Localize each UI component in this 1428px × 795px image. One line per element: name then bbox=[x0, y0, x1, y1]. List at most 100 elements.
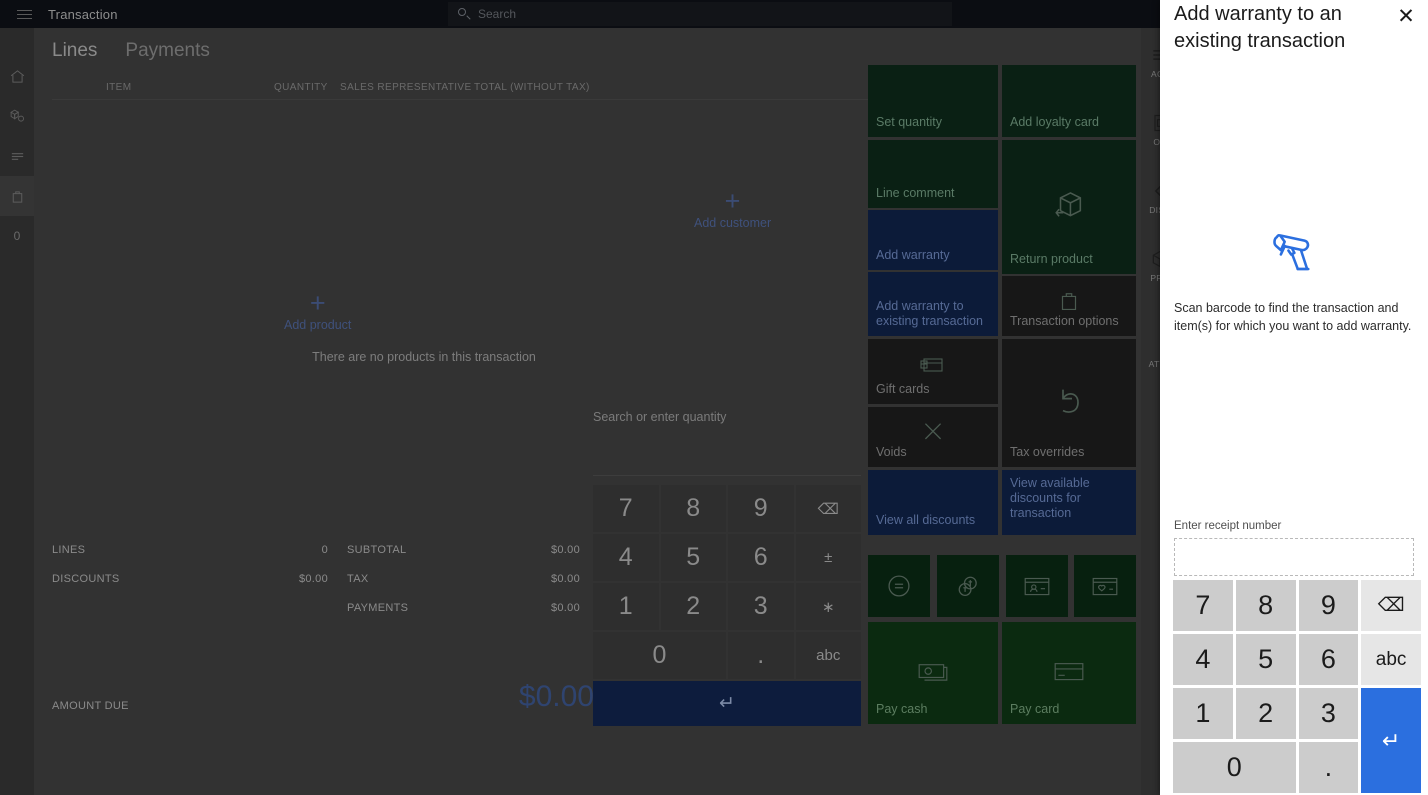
numpad-key-4[interactable]: 4 bbox=[593, 534, 659, 581]
subtotal-value: $0.00 bbox=[550, 544, 580, 556]
tile-currency[interactable] bbox=[937, 555, 999, 617]
numpad-key-7[interactable]: 7 bbox=[593, 485, 659, 532]
tab-lines[interactable]: Lines bbox=[52, 40, 97, 65]
search-icon bbox=[458, 8, 471, 20]
tile-label: Add loyalty card bbox=[1010, 115, 1099, 129]
keypad-key-9[interactable]: 9 bbox=[1298, 580, 1359, 631]
add-customer-button[interactable]: + Add customer bbox=[694, 186, 772, 231]
numpad-key-plusminus[interactable]: ± bbox=[795, 534, 861, 581]
keypad-key-3[interactable]: 3 bbox=[1298, 688, 1359, 739]
tile-voids[interactable]: Voids bbox=[868, 407, 998, 467]
numpad-key-2[interactable]: 2 bbox=[660, 583, 726, 630]
sidebar-item-cart[interactable] bbox=[0, 176, 34, 216]
tile-line-comment[interactable]: Line comment bbox=[868, 140, 998, 208]
credit-card-icon bbox=[1002, 659, 1136, 683]
equals-circle-icon bbox=[868, 572, 930, 600]
tile-pay-cash[interactable]: Pay cash bbox=[868, 622, 998, 724]
tile-label: Line comment bbox=[876, 186, 955, 200]
column-header-quantity: QUANTITY bbox=[274, 82, 328, 93]
tile-label: Add warranty to existing transaction bbox=[876, 299, 984, 328]
numpad-enter-button[interactable]: ↵ bbox=[593, 681, 861, 726]
totals-row-discounts: DISCOUNTS $0.00 TAX $0.00 bbox=[52, 573, 612, 602]
add-customer-label: Add customer bbox=[694, 216, 772, 230]
tile-loyalty-card[interactable] bbox=[1074, 555, 1136, 617]
numpad-backspace-icon[interactable]: ⌫ bbox=[795, 485, 861, 532]
column-header-total: TOTAL (WITHOUT TAX) bbox=[474, 82, 590, 93]
receipt-number-label: Enter receipt number bbox=[1174, 520, 1282, 532]
tile-gift-cards[interactable]: Gift cards bbox=[868, 339, 998, 404]
numpad-input[interactable] bbox=[593, 434, 861, 476]
sidebar-item-home[interactable] bbox=[0, 56, 34, 96]
tile-transaction-options[interactable]: Transaction options bbox=[1002, 276, 1136, 336]
numpad-key-6[interactable]: 6 bbox=[728, 534, 794, 581]
keypad-key-abc[interactable]: abc bbox=[1361, 634, 1421, 685]
tile-equals[interactable] bbox=[868, 555, 930, 617]
tile-grid: Set quantity Add loyalty card Line comme… bbox=[868, 30, 1140, 770]
numpad-key-5[interactable]: 5 bbox=[660, 534, 726, 581]
tile-view-all-discounts[interactable]: View all discounts bbox=[868, 470, 998, 535]
numpad-key-0[interactable]: 0 bbox=[593, 632, 726, 679]
keypad-key-1[interactable]: 1 bbox=[1173, 688, 1233, 739]
keypad-key-5[interactable]: 5 bbox=[1235, 634, 1296, 685]
empty-transaction-message: There are no products in this transactio… bbox=[312, 350, 536, 364]
amount-due-label: AMOUNT DUE bbox=[52, 700, 129, 712]
tile-id-card[interactable] bbox=[1006, 555, 1068, 617]
sidebar-item-list[interactable] bbox=[0, 136, 34, 176]
numpad-key-3[interactable]: 3 bbox=[728, 583, 794, 630]
pos-application-window: Transaction Search 0 Lines Payments ITEM… bbox=[0, 0, 1428, 795]
add-warranty-dialog: Add warranty to an existing transaction … bbox=[1160, 0, 1428, 795]
tile-add-loyalty-card[interactable]: Add loyalty card bbox=[1002, 65, 1136, 137]
keypad-key-6[interactable]: 6 bbox=[1298, 634, 1359, 685]
tile-add-warranty-to-existing-transaction[interactable]: Add warranty to existing transaction bbox=[868, 272, 998, 336]
gift-card-icon bbox=[868, 351, 998, 379]
action-tile-board: Set quantity Add loyalty card Line comme… bbox=[868, 30, 1148, 770]
numpad-key-decimal[interactable]: . bbox=[728, 632, 794, 679]
sidebar-item-count[interactable]: 0 bbox=[0, 216, 34, 256]
tile-label: Pay card bbox=[1010, 702, 1060, 716]
numpad-key-abc[interactable]: abc bbox=[795, 632, 861, 679]
hamburger-icon[interactable] bbox=[0, 0, 48, 28]
undo-icon bbox=[1002, 382, 1136, 418]
tile-tax-overrides[interactable]: Tax overrides bbox=[1002, 339, 1136, 467]
tile-set-quantity[interactable]: Set quantity bbox=[868, 65, 998, 137]
dialog-title: Add warranty to an existing transaction bbox=[1174, 3, 1346, 52]
keypad-key-0[interactable]: 0 bbox=[1173, 742, 1296, 793]
add-product-button[interactable]: + Add product bbox=[284, 288, 351, 333]
tile-add-warranty[interactable]: Add warranty bbox=[868, 210, 998, 270]
keypad-backspace-icon[interactable]: ⌫ bbox=[1361, 580, 1421, 631]
keypad-key-4[interactable]: 4 bbox=[1173, 634, 1233, 685]
numpad-key-9[interactable]: 9 bbox=[728, 485, 794, 532]
tab-payments[interactable]: Payments bbox=[125, 40, 209, 65]
keypad-key-2[interactable]: 2 bbox=[1235, 688, 1296, 739]
id-card-icon bbox=[1006, 573, 1068, 599]
discounts-label: DISCOUNTS bbox=[52, 573, 120, 585]
tile-pay-card[interactable]: Pay card bbox=[1002, 622, 1136, 724]
page-title: Transaction bbox=[48, 6, 118, 22]
tile-label: Voids bbox=[876, 445, 907, 459]
barcode-scanner-icon bbox=[1267, 225, 1321, 275]
sidebar-item-products[interactable] bbox=[0, 96, 34, 136]
subtotal-label: SUBTOTAL bbox=[347, 544, 407, 556]
keypad-key-decimal[interactable]: . bbox=[1298, 742, 1359, 793]
scan-instruction-text: Scan barcode to find the transaction and… bbox=[1174, 301, 1412, 333]
return-product-icon bbox=[1002, 187, 1136, 221]
plus-icon: + bbox=[309, 288, 326, 318]
numpad-key-8[interactable]: 8 bbox=[660, 485, 726, 532]
plus-icon: + bbox=[724, 186, 741, 216]
close-icon[interactable]: ✕ bbox=[1392, 2, 1420, 30]
numpad-key-asterisk[interactable]: ∗ bbox=[795, 583, 861, 630]
scan-instruction-area: Scan barcode to find the transaction and… bbox=[1160, 225, 1428, 335]
keypad-key-7[interactable]: 7 bbox=[1173, 580, 1233, 631]
keypad-enter-button[interactable]: ↵ bbox=[1361, 688, 1421, 793]
receipt-number-input[interactable] bbox=[1174, 538, 1414, 576]
numpad-keys: 7 8 9 ⌫ 4 5 6 ± 1 2 3 ∗ 0 . abc ↵ bbox=[593, 485, 861, 726]
search-input[interactable]: Search bbox=[448, 2, 952, 26]
loyalty-card-icon bbox=[1074, 573, 1136, 599]
numpad-key-1[interactable]: 1 bbox=[593, 583, 659, 630]
tile-return-product[interactable]: Return product bbox=[1002, 140, 1136, 274]
lines-value: 0 bbox=[321, 544, 328, 556]
tile-label: Tax overrides bbox=[1010, 445, 1085, 459]
tile-view-available-discounts-for-transaction[interactable]: View available discounts for transaction bbox=[1002, 470, 1136, 535]
lines-grid-header: ITEM QUANTITY SALES REPRESENTATIVE TOTAL… bbox=[52, 78, 876, 100]
keypad-key-8[interactable]: 8 bbox=[1235, 580, 1296, 631]
